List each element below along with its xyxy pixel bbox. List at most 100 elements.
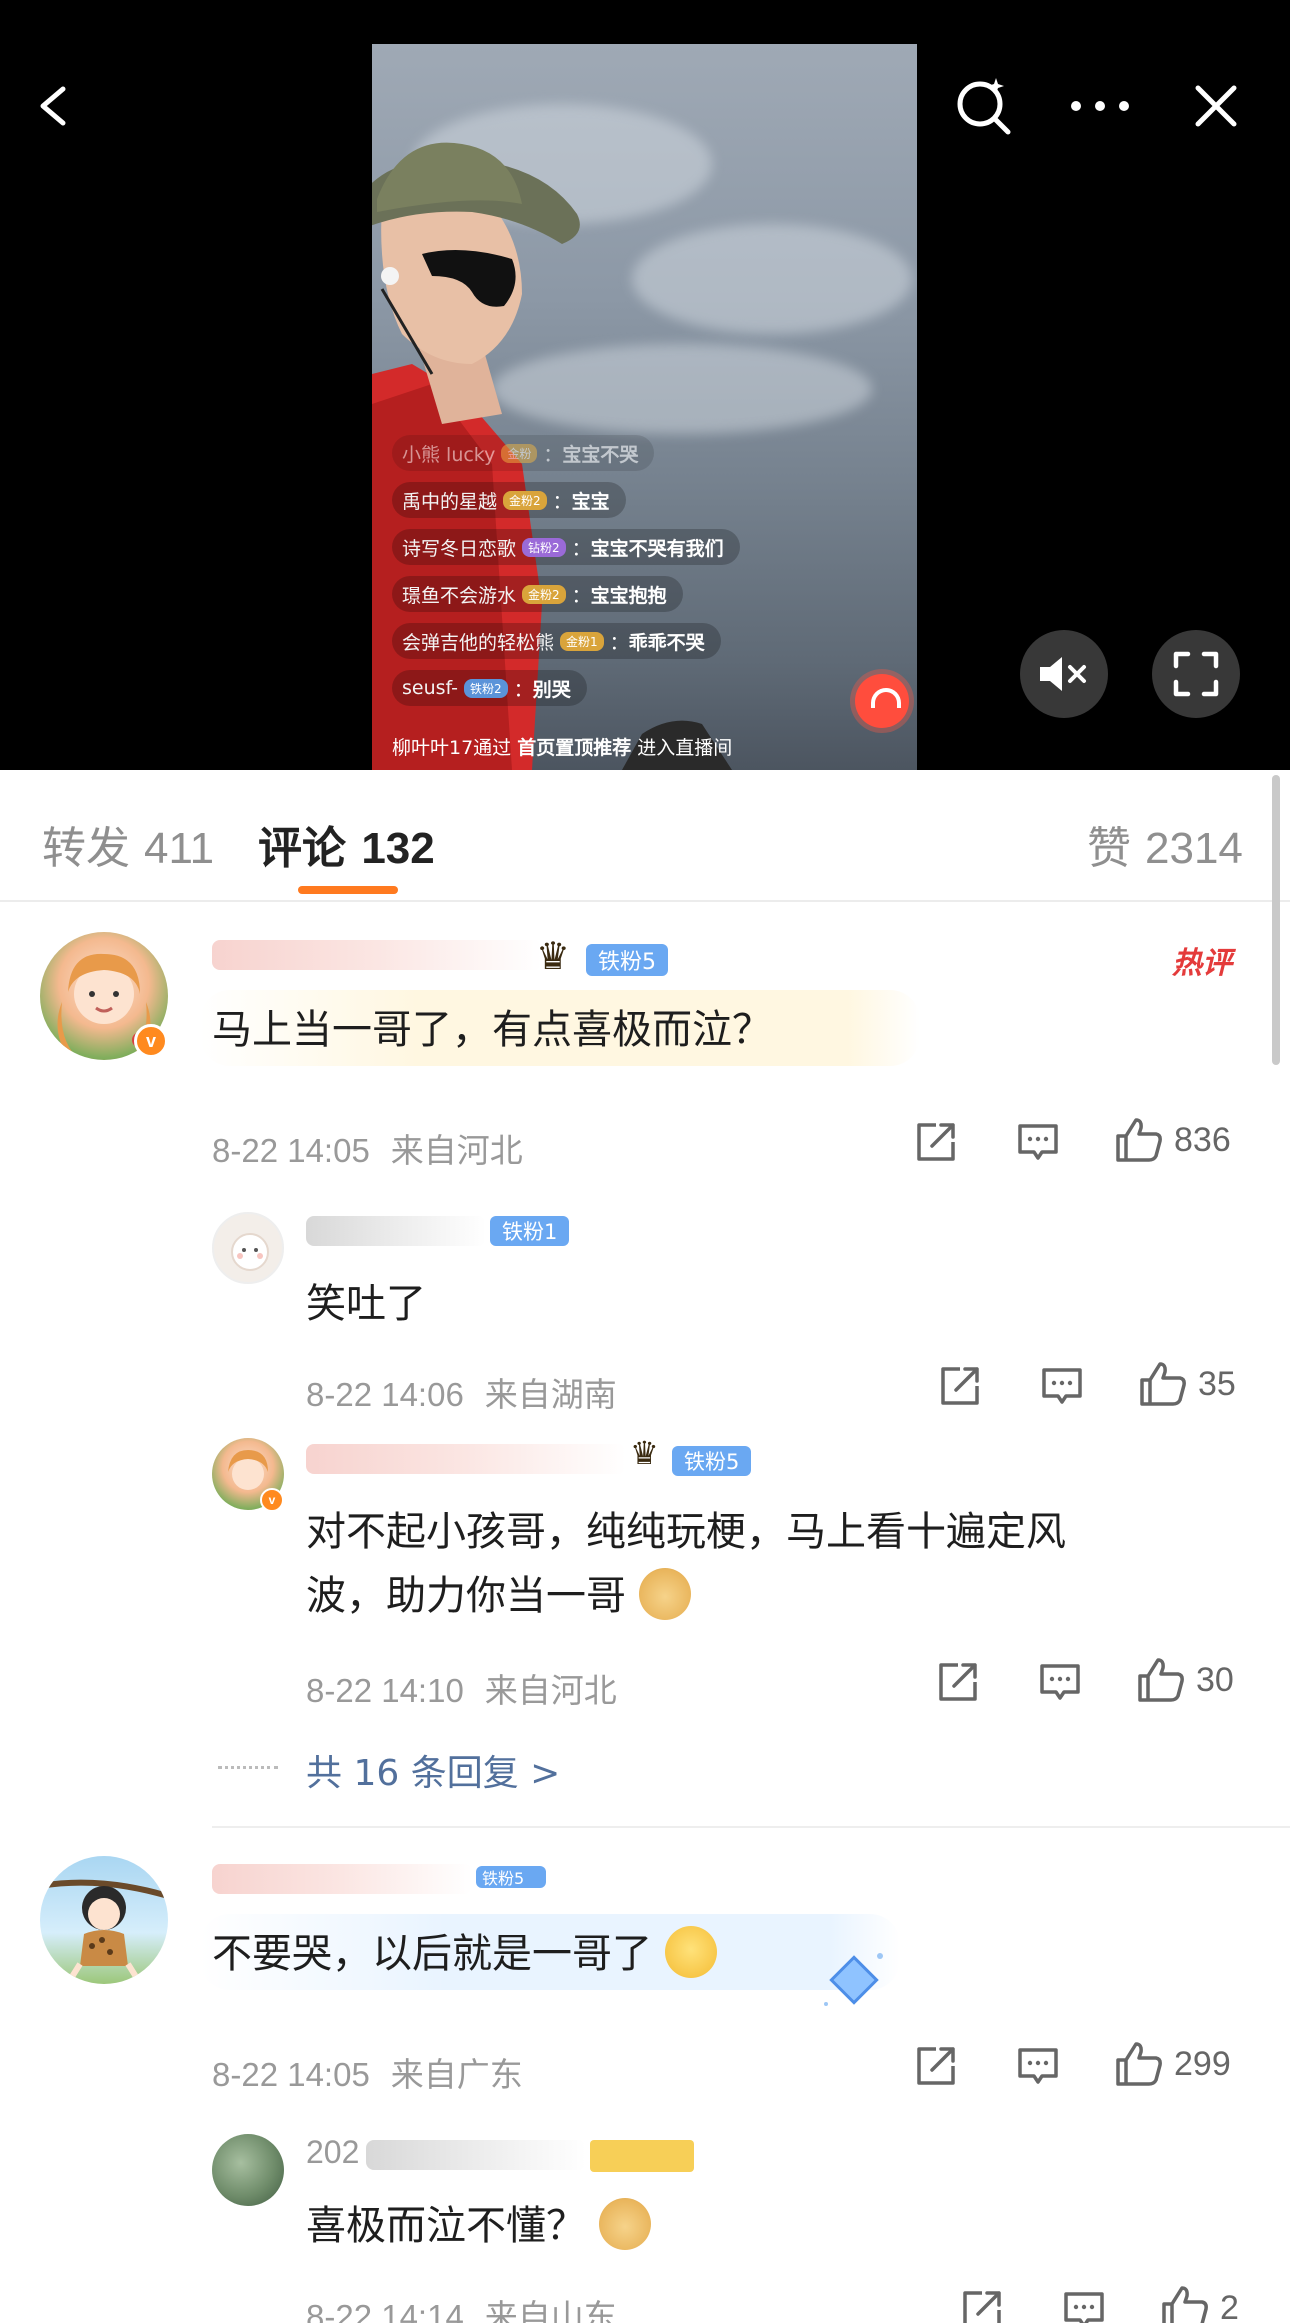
chat-username: 禹中的星越 (402, 490, 498, 513)
chat-username: 会弹吉他的轻松熊 (402, 631, 555, 654)
avatar[interactable] (212, 1212, 284, 1284)
chat-bubble: 璟鱼不会游水 金粉2：宝宝抱抱 (392, 576, 683, 612)
chat-text: 宝宝 (571, 490, 610, 513)
fullscreen-icon (1173, 651, 1219, 697)
username-redacted[interactable] (212, 1864, 472, 1894)
chat-bubble: 禹中的星越 金粉2：宝宝 (392, 482, 626, 518)
more-replies-link[interactable]: 共 16 条回复 > (306, 1744, 560, 1796)
live-red-packet-icon[interactable] (855, 674, 909, 728)
like-button[interactable]: 35 (1138, 1360, 1236, 1408)
chat-message: 小熊 lucky 金粉：宝宝不哭 (392, 434, 892, 472)
username-redacted[interactable] (306, 1444, 626, 1474)
chat-text: 宝宝抱抱 (590, 584, 667, 607)
chat-fan-badge: 金粉 (501, 443, 538, 463)
reply-button[interactable] (1016, 2044, 1060, 2088)
share-button[interactable] (938, 1364, 982, 1408)
share-button[interactable] (936, 1660, 980, 1704)
like-button[interactable]: 299 (1114, 2040, 1231, 2088)
diamond-sticker-icon (824, 1953, 883, 2006)
comment-meta: 8-22 14:05 来自广东 (212, 2055, 523, 2094)
avatar[interactable] (40, 1856, 168, 1984)
reply-button[interactable] (1040, 1364, 1084, 1408)
comment-icon (1018, 2048, 1058, 2084)
comment-icon (1040, 1664, 1080, 1700)
reply-text[interactable]: 对不起小孩哥，纯纯玩梗，马上看十遍定风 波，助力你当一哥 (306, 1500, 1206, 1628)
back-button[interactable] (22, 74, 86, 138)
thumbs-up-icon (1116, 1118, 1162, 1162)
hot-comment-tag: 热评 (1172, 946, 1232, 981)
verified-v-badge-icon: v (260, 1488, 284, 1512)
more-dots-icon (1071, 101, 1129, 111)
like-button[interactable]: 2 (1160, 2284, 1239, 2323)
comment-text[interactable]: 马上当一哥了，有点喜极而泣？ (212, 998, 772, 1062)
like-button[interactable]: 30 (1136, 1656, 1234, 1704)
avatar[interactable] (212, 2134, 284, 2206)
crown-icon: ♛ (536, 936, 571, 978)
scrollbar[interactable] (1272, 775, 1280, 1065)
doge-emoji-icon (638, 1568, 691, 1620)
more-button[interactable] (1068, 74, 1132, 138)
chat-message: 禹中的星越 金粉2：宝宝 (392, 481, 892, 519)
reply-text[interactable]: 喜极而泣不懂？ (306, 2194, 651, 2258)
reply-meta: 8-22 14:06 来自湖南 (306, 1375, 617, 1414)
chat-text: 宝宝不哭有我们 (590, 537, 724, 560)
comment-icon (1064, 2292, 1104, 2323)
post-tabs: 转发 411 评论 132 赞 2314 (0, 770, 1290, 902)
tab-comments[interactable]: 评论 132 (258, 812, 435, 876)
reply-text[interactable]: 笑吐了 (306, 1272, 426, 1336)
username-redacted[interactable] (212, 940, 542, 970)
comment-text[interactable]: 不要哭，以后就是一哥了 (212, 1922, 717, 1986)
reply-button[interactable] (1038, 1660, 1082, 1704)
share-button[interactable] (960, 2288, 1004, 2323)
reply-meta: 8-22 14:10 来自河北 (306, 1671, 617, 1710)
chat-username: 小熊 lucky (402, 443, 496, 466)
reply-button[interactable] (1016, 1120, 1060, 1164)
fan-badge: 铁粉1 (490, 1216, 570, 1246)
thumbs-up-icon (1138, 1658, 1184, 1702)
mute-button[interactable] (1020, 630, 1108, 718)
comment-icon (1018, 1124, 1058, 1160)
tab-repost[interactable]: 转发 411 (42, 812, 214, 876)
visual-search-icon (957, 78, 1011, 135)
chat-fan-badge: 铁粉2 (464, 678, 508, 698)
verified-v-badge-icon: v (134, 1024, 168, 1058)
share-button[interactable] (914, 1120, 958, 1164)
like-count: 35 (1198, 1364, 1236, 1403)
username-partial[interactable]: 202 (306, 2134, 359, 2171)
tab-likes[interactable]: 赞 2314 (1087, 812, 1243, 876)
fan-badge: 铁粉5 (672, 1446, 752, 1476)
comment-meta: 8-22 14:05 来自河北 (212, 1131, 523, 1170)
dotted-divider (218, 1766, 278, 1769)
chat-fan-badge: 金粉1 (560, 631, 604, 651)
reply-meta: 8-22 14:14 来自山东 (306, 2297, 617, 2323)
chat-message: 会弹吉他的轻松熊 金粉1：乖乖不哭 (392, 622, 892, 660)
comment-icon (1042, 1368, 1082, 1404)
tab-active-indicator (298, 886, 398, 894)
username-redacted[interactable] (366, 2140, 586, 2170)
reply-button[interactable] (1062, 2288, 1106, 2323)
close-button[interactable] (1184, 74, 1248, 138)
share-icon (963, 2291, 1001, 2323)
live-chat-overlay: 小熊 lucky 金粉：宝宝不哭 禹中的星越 金粉2：宝宝 诗写冬日恋歌 钻粉2：宝宝不哭… (392, 434, 892, 716)
share-button[interactable] (914, 2044, 958, 2088)
username-redacted[interactable] (306, 1216, 486, 1246)
thumbs-up-icon (1162, 2286, 1208, 2323)
visual-search-button[interactable] (952, 74, 1016, 138)
fan-badge (590, 2140, 694, 2172)
like-count: 836 (1174, 1120, 1231, 1159)
speaker-muted-icon (1040, 657, 1086, 691)
live-video-frame[interactable]: 小熊 lucky 金粉：宝宝不哭 禹中的星越 金粉2：宝宝 诗写冬日恋歌 钻粉2：宝宝不哭… (372, 44, 917, 770)
chat-username: 诗写冬日恋歌 (402, 537, 517, 560)
share-icon (941, 1367, 979, 1405)
fan-badge: 铁粉5 (476, 1866, 546, 1888)
fullscreen-button[interactable] (1152, 630, 1240, 718)
thumbs-up-icon (1140, 1362, 1186, 1406)
fan-badge: 铁粉5 (586, 944, 668, 976)
chat-fan-badge: 钻粉2 (522, 537, 566, 557)
crown-icon: ♛ (630, 1435, 659, 1471)
video-player[interactable]: 小熊 lucky 金粉：宝宝不哭 禹中的星越 金粉2：宝宝 诗写冬日恋歌 钻粉2：宝宝不哭… (0, 0, 1290, 770)
like-button[interactable]: 836 (1114, 1116, 1231, 1164)
like-count: 2 (1220, 2288, 1239, 2323)
like-count: 299 (1174, 2044, 1231, 2083)
chat-fan-badge: 金粉2 (503, 490, 547, 510)
